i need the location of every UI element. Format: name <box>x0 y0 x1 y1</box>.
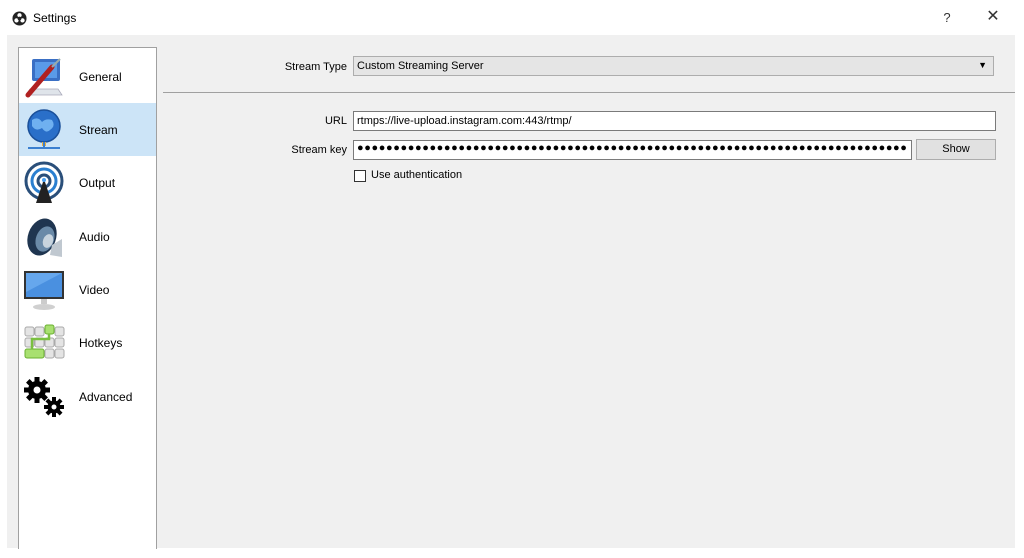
chevron-down-icon: ▼ <box>978 60 987 70</box>
output-broadcast-icon <box>24 161 64 203</box>
sidebar-label: General <box>79 70 122 84</box>
settings-body: General Stream Output Audio Video Hotkey… <box>7 35 1015 549</box>
speaker-icon <box>27 218 62 257</box>
use-authentication-checkbox[interactable] <box>354 170 366 182</box>
sidebar-label: Advanced <box>79 390 133 404</box>
stream-type-dropdown[interactable]: Custom Streaming Server ▼ <box>353 56 994 76</box>
help-button[interactable]: ? <box>936 7 958 29</box>
sidebar-item-advanced[interactable]: Advanced <box>19 370 156 423</box>
stream-type-value: Custom Streaming Server <box>357 60 484 72</box>
sidebar-label: Video <box>79 283 110 297</box>
general-icon <box>25 58 63 98</box>
stream-type-label: Stream Type <box>284 61 347 73</box>
gears-icon <box>24 377 64 417</box>
sidebar-item-output[interactable]: Output <box>19 156 156 209</box>
sidebar-label: Audio <box>79 230 110 244</box>
sidebar-label: Output <box>79 176 116 190</box>
stream-globe-icon <box>27 109 61 149</box>
stream-key-label: Stream key <box>291 144 347 156</box>
url-value: rtmps://live-upload.instagram.com:443/rt… <box>357 115 572 127</box>
url-input[interactable]: rtmps://live-upload.instagram.com:443/rt… <box>353 111 996 131</box>
close-button[interactable]: ✕ <box>982 6 1004 28</box>
sidebar-item-audio[interactable]: Audio <box>19 210 156 263</box>
keyboard-icon <box>24 324 65 359</box>
window-title: Settings <box>33 11 77 25</box>
show-key-button[interactable]: Show <box>916 139 996 160</box>
url-label: URL <box>324 115 347 127</box>
stream-key-input[interactable]: ●●●●●●●●●●●●●●●●●●●●●●●●●●●●●●●●●●●●●●●●… <box>353 140 912 160</box>
section-divider <box>163 92 1015 93</box>
sidebar-label: Stream <box>79 123 118 137</box>
use-authentication-label[interactable]: Use authentication <box>371 169 462 181</box>
sidebar-item-hotkeys[interactable]: Hotkeys <box>19 316 156 369</box>
sidebar-label: Hotkeys <box>79 336 123 350</box>
obs-logo-icon <box>12 11 27 26</box>
sidebar-item-video[interactable]: Video <box>19 263 156 316</box>
title-bar: Settings ? ✕ <box>0 0 1024 35</box>
sidebar-item-stream[interactable]: Stream <box>19 103 156 156</box>
settings-sidebar: General Stream Output Audio Video Hotkey… <box>18 47 157 549</box>
monitor-icon <box>24 271 64 310</box>
stream-key-masked-value: ●●●●●●●●●●●●●●●●●●●●●●●●●●●●●●●●●●●●●●●●… <box>357 142 907 154</box>
sidebar-item-general[interactable]: General <box>19 50 156 103</box>
